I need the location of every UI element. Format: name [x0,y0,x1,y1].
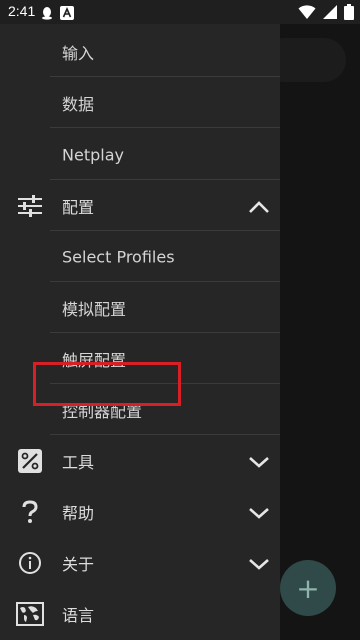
battery-icon [344,4,354,24]
drawer-item-label: 模拟配置 [62,299,127,319]
drawer-item-label: Netplay [62,145,124,164]
wifi-icon [298,4,316,24]
screen: 2:41 + 输入 数据 Netplay 配置 Select Profiles … [0,0,360,640]
chevron-down-icon[interactable] [248,556,270,570]
navigation-drawer: 输入 数据 Netplay 配置 Select Profiles 模拟配置 触屏… [0,24,280,640]
globe-map-icon [16,600,44,628]
drawer-item-data[interactable]: 数据 [0,77,280,128]
info-icon [16,549,44,577]
drawer-section-label: 关于 [62,554,95,574]
drawer-section-label: 工具 [62,452,95,472]
divider [50,127,280,128]
tools-icon [16,447,44,475]
drawer-item-netplay[interactable]: Netplay [0,129,280,180]
font-a-icon [60,5,74,20]
status-bar: 2:41 [0,0,360,24]
chevron-down-icon[interactable] [248,505,270,519]
drawer-section-about[interactable]: 关于 [0,537,280,588]
drawer-section-config[interactable]: 配置 [0,180,280,231]
help-icon [16,498,44,526]
drawer-section-language[interactable]: 语言 [0,588,280,639]
drawer-item-input[interactable]: 输入 [0,26,280,77]
plus-icon: + [296,571,320,605]
drawer-item-label: Select Profiles [62,247,175,266]
highlight-annotation-box [33,362,181,406]
drawer-item-label: 数据 [62,94,95,114]
qq-icon [40,5,54,20]
drawer-section-label: 语言 [62,605,95,625]
add-fab-button[interactable]: + [280,560,336,616]
drawer-section-tools[interactable]: 工具 [0,435,280,486]
drawer-item-emulation-config[interactable]: 模拟配置 [0,282,280,333]
drawer-item-label: 输入 [62,43,95,63]
drawer-section-label: 帮助 [62,503,95,523]
drawer-section-label: 配置 [62,197,95,217]
status-time: 2:41 [8,3,36,19]
drawer-section-help[interactable]: 帮助 [0,486,280,537]
status-right-icons [298,4,354,24]
chevron-up-icon[interactable] [248,199,270,213]
drawer-item-select-profiles[interactable]: Select Profiles [0,231,280,282]
background-app-scrim[interactable] [280,24,360,640]
sliders-icon [16,192,44,220]
signal-icon [322,4,338,24]
chevron-down-icon[interactable] [248,454,270,468]
